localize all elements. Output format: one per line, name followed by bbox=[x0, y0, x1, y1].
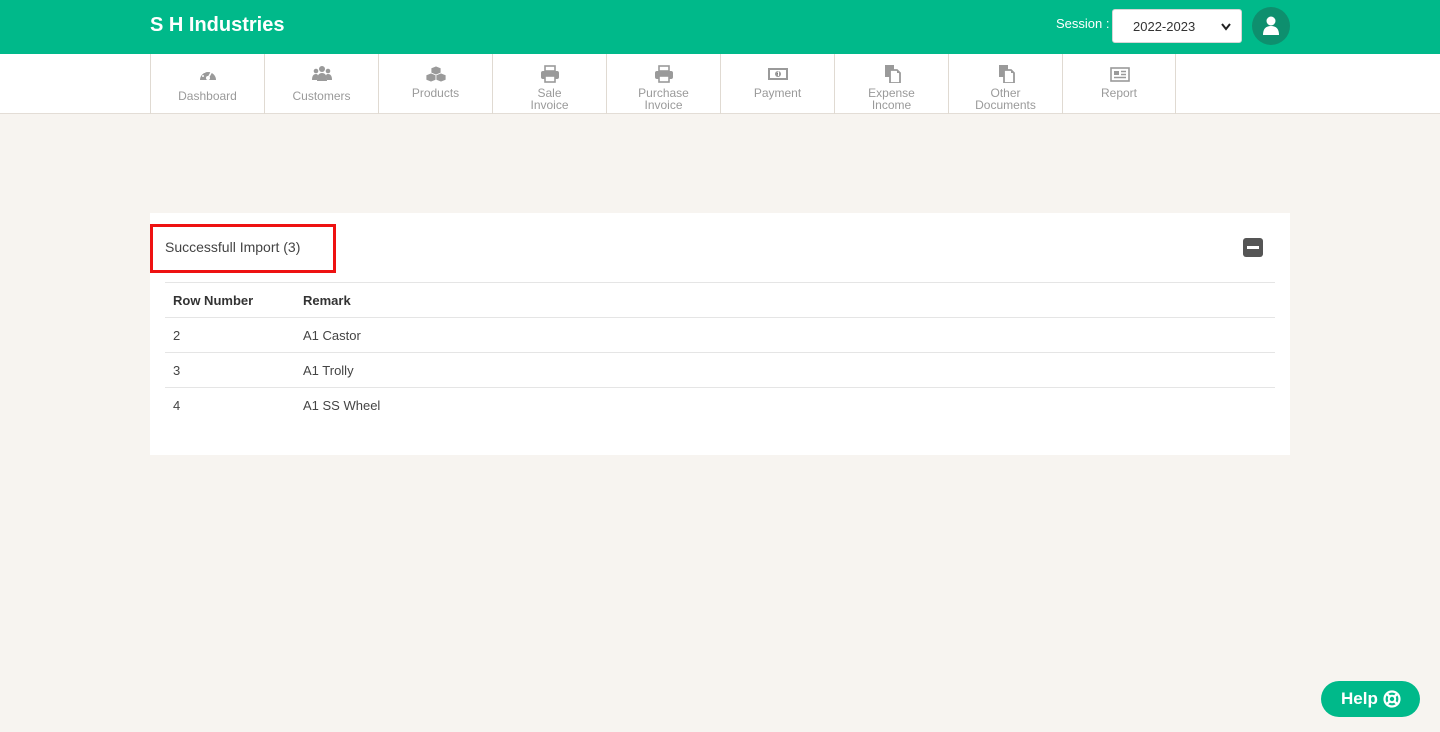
nav-expense-income[interactable]: Expense Income bbox=[834, 54, 948, 114]
copy-documents-icon bbox=[999, 65, 1015, 83]
chevron-down-icon bbox=[1221, 23, 1231, 31]
dashboard-gauge-icon bbox=[200, 69, 216, 80]
panel-title: Successfull Import (3) bbox=[165, 239, 301, 255]
remark-cell: A1 Castor bbox=[303, 328, 361, 343]
nav-label: Customers bbox=[292, 89, 351, 103]
nav-label-line2: Invoice bbox=[530, 98, 569, 112]
nav-dashboard[interactable]: Dashboard bbox=[150, 54, 264, 114]
nav-sale-invoice[interactable]: Sale Invoice bbox=[492, 54, 606, 114]
cubes-icon bbox=[426, 65, 446, 83]
help-label: Help bbox=[1341, 689, 1378, 708]
table-row: 4 A1 SS Wheel bbox=[165, 387, 1275, 422]
brand-title[interactable]: S H Industries bbox=[150, 14, 284, 37]
row-number-cell: 3 bbox=[173, 363, 181, 378]
import-result-panel: Successfull Import (3) Row Number Remark… bbox=[150, 213, 1290, 455]
column-header-remark: Remark bbox=[303, 293, 351, 308]
top-bar: S H Industries Session : 2022-2023 bbox=[0, 0, 1440, 54]
column-header-row-number: Row Number bbox=[173, 293, 254, 308]
nav-products[interactable]: Products bbox=[378, 54, 492, 114]
user-icon bbox=[1263, 16, 1279, 35]
users-group-icon bbox=[312, 66, 332, 81]
main-nav: Dashboard Customers Products Sale Invoic… bbox=[0, 54, 1440, 114]
printer-icon bbox=[655, 65, 673, 83]
nav-purchase-invoice[interactable]: Purchase Invoice bbox=[606, 54, 720, 114]
table-row: 2 A1 Castor bbox=[165, 317, 1275, 352]
minus-icon bbox=[1247, 246, 1259, 249]
nav-label-line2: Documents bbox=[975, 98, 1036, 112]
session-select[interactable]: 2022-2023 bbox=[1112, 9, 1242, 43]
help-button[interactable]: Help bbox=[1321, 681, 1420, 717]
copy-documents-icon bbox=[885, 65, 901, 83]
remark-cell: A1 SS Wheel bbox=[303, 398, 381, 413]
nav-report[interactable]: Report bbox=[1062, 54, 1176, 114]
row-number-cell: 2 bbox=[173, 328, 181, 343]
user-avatar-button[interactable] bbox=[1252, 7, 1290, 45]
nav-label-line2: Invoice bbox=[644, 98, 683, 112]
row-number-cell: 4 bbox=[173, 398, 181, 413]
nav-other-documents[interactable]: Other Documents bbox=[948, 54, 1062, 114]
nav-label: Dashboard bbox=[178, 89, 237, 103]
newspaper-icon bbox=[1110, 67, 1130, 82]
table-row: 3 A1 Trolly bbox=[165, 352, 1275, 387]
nav-customers[interactable]: Customers bbox=[264, 54, 378, 114]
printer-icon bbox=[541, 65, 559, 83]
nav-label: Report bbox=[1100, 86, 1138, 100]
nav-label: Products bbox=[411, 86, 460, 100]
collapse-button[interactable] bbox=[1243, 238, 1263, 257]
remark-cell: A1 Trolly bbox=[303, 363, 354, 378]
life-ring-icon bbox=[1383, 690, 1401, 708]
table-header-row: Row Number Remark bbox=[165, 282, 1275, 317]
session-label: Session : bbox=[1056, 16, 1110, 31]
money-bill-icon bbox=[768, 68, 788, 80]
nav-payment[interactable]: Payment bbox=[720, 54, 834, 114]
nav-label-line2: Income bbox=[871, 98, 912, 112]
import-table: Row Number Remark 2 A1 Castor 3 A1 Troll… bbox=[165, 282, 1275, 422]
nav-label: Payment bbox=[753, 86, 802, 100]
session-value: 2022-2023 bbox=[1133, 19, 1196, 34]
